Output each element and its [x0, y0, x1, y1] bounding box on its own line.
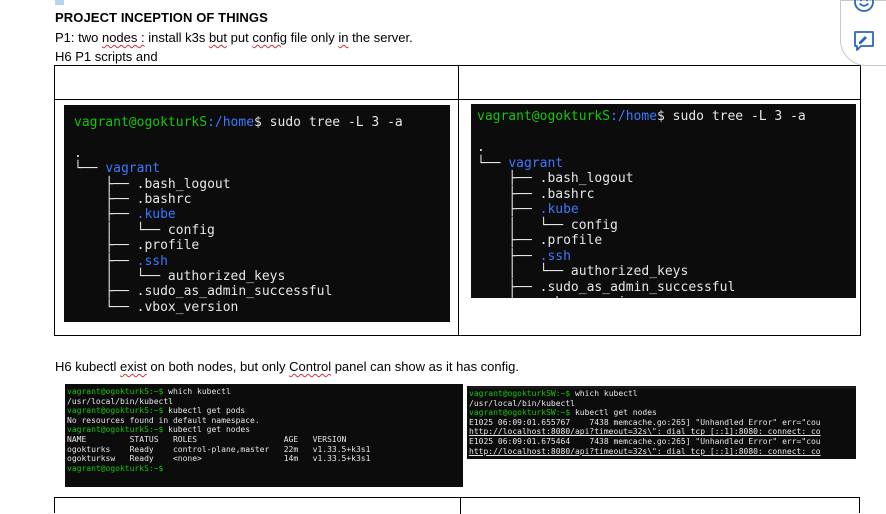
comment-add-icon[interactable] [853, 30, 875, 52]
document-title: PROJECT INCEPTION OF THINGS [55, 10, 268, 25]
tree-entry: │ └── authorized_keys [74, 269, 286, 285]
tree-root: . [477, 140, 485, 155]
tree-entry: ├── .ssh [74, 253, 168, 269]
tree-entry: └── .vbox_version [477, 295, 856, 298]
tree-entry: │ └── config [477, 217, 618, 233]
doc-line-h6-kubectl: H6 kubectl exist on both nodes, but only… [55, 359, 519, 374]
tree-entry: └── vagrant [477, 155, 564, 171]
terminal-screenshot-kubectl-worker: vagrant@ogokturkSW:~$ which kubectl/usr/… [467, 386, 856, 459]
selection-marker [55, 0, 64, 5]
tree-entry: ├── .sudo_as_admin_successful [74, 284, 333, 300]
tree-entry: ├── .profile [74, 238, 200, 254]
tree-entry: ├── .kube [477, 202, 579, 217]
doc-line-h6-p1: H6 P1 scripts and [55, 49, 158, 64]
table-cell[interactable] [458, 65, 861, 100]
tree-entry: ├── .bash_logout [477, 171, 634, 186]
tree-root: . [74, 145, 82, 161]
smiley-feedback-icon[interactable] [853, 0, 875, 13]
terminal-screenshot-server: vagrant@ogokturkS:/home$ sudo tree -L 3 … [64, 105, 450, 322]
tree-entry: └── vagrant [74, 161, 161, 177]
terminal-prompt-line: vagrant@ogokturkS:/home$ sudo tree -L 3 … [477, 109, 806, 124]
terminal-screenshot-worker: vagrant@ogokturkS:/home$ sudo tree -L 3 … [471, 104, 856, 298]
tree-listing: └── vagrant ├── .bash_logout ├── .bashrc… [477, 156, 856, 299]
table-cell[interactable] [54, 65, 459, 100]
doc-line-p1: P1: two nodes : install k3s but put conf… [55, 30, 413, 45]
table-row-bottom [54, 497, 860, 514]
tree-entry: ├── .profile [477, 233, 603, 248]
tree-entry: ├── .sudo_as_admin_successful [477, 279, 736, 295]
tree-entry: │ └── config [74, 222, 215, 238]
tree-listing: └── vagrant ├── .bash_logout ├── .bashrc… [74, 161, 450, 315]
tree-entry: ├── .bash_logout [74, 176, 231, 192]
tree-entry: ├── .bashrc [74, 192, 192, 208]
terminal-screenshot-kubectl-server: vagrant@ogokturkS:~$ which kubectl/usr/l… [65, 384, 463, 487]
tree-entry: │ └── authorized_keys [477, 264, 689, 279]
tree-entry: ├── .bashrc [477, 186, 595, 202]
tree-entry: ├── .ssh [477, 248, 571, 264]
tree-entry: └── .vbox_version [74, 299, 239, 315]
terminal-prompt-line: vagrant@ogokturkS:/home$ sudo tree -L 3 … [74, 115, 403, 130]
tree-entry: ├── .kube [74, 207, 176, 223]
